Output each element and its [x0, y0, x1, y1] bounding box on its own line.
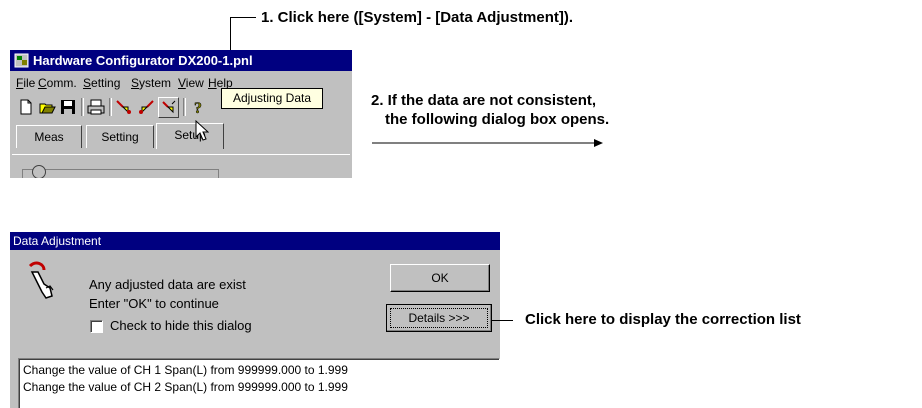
step1-leader-line — [230, 17, 256, 18]
svg-text:?: ? — [194, 100, 202, 117]
app-window: Hardware Configurator DX200-1.pnl File C… — [10, 50, 352, 178]
adjusting-data-tooltip: Adjusting Data — [221, 88, 323, 109]
receive-data-icon[interactable] — [136, 97, 156, 117]
ok-button[interactable]: OK — [390, 264, 490, 292]
step2-arrow — [372, 139, 603, 147]
open-folder-icon[interactable] — [37, 97, 57, 117]
app-titlebar: Hardware Configurator DX200-1.pnl — [10, 50, 352, 71]
step2-annotation-line1: 2. If the data are not consistent, — [371, 92, 597, 109]
group-box — [22, 169, 219, 178]
details-leader-line — [491, 320, 513, 321]
hide-dialog-checkbox-label: Check to hide this dialog — [110, 318, 252, 333]
dialog-title: Data Adjustment — [13, 234, 102, 248]
menu-file[interactable]: File — [16, 73, 35, 93]
tab-strip: Meas Setting Setup — [10, 123, 352, 149]
correction-list[interactable]: Change the value of CH 1 Span(L) from 99… — [18, 358, 500, 408]
menu-view[interactable]: View — [178, 73, 204, 93]
tab-setting[interactable]: Setting — [86, 125, 154, 148]
radio-button[interactable] — [32, 165, 46, 178]
app-icon — [14, 53, 29, 68]
new-file-icon[interactable] — [16, 97, 36, 117]
menu-setting[interactable]: Setting — [83, 73, 120, 93]
details-annotation: Click here to display the correction lis… — [525, 311, 801, 328]
data-adjustment-dialog: Data Adjustment Any adjusted data are ex… — [10, 232, 500, 408]
list-item[interactable]: Change the value of CH 1 Span(L) from 99… — [23, 363, 348, 377]
app-title: Hardware Configurator DX200-1.pnl — [33, 53, 253, 68]
tab-setup[interactable]: Setup — [156, 123, 224, 149]
menu-system[interactable]: System — [131, 73, 171, 93]
mouse-pointer-icon — [195, 120, 209, 141]
menu-comm[interactable]: Comm. — [38, 73, 77, 93]
list-item[interactable]: Change the value of CH 2 Span(L) from 99… — [23, 380, 348, 394]
help-icon[interactable]: ? — [188, 97, 208, 118]
dialog-titlebar: Data Adjustment — [10, 232, 500, 250]
tab-meas[interactable]: Meas — [16, 125, 82, 148]
details-button[interactable]: Details >>> — [386, 304, 492, 332]
dialog-message-line1: Any adjusted data are exist — [89, 277, 246, 292]
step1-annotation: 1. Click here ([System] - [Data Adjustme… — [261, 9, 574, 26]
toolbar-separator — [183, 98, 186, 116]
hide-dialog-checkbox[interactable] — [90, 320, 103, 333]
details-button-label: Details >>> — [390, 308, 488, 328]
dialog-message-line2: Enter "OK" to continue — [89, 296, 219, 311]
toolbar-separator — [81, 98, 84, 116]
adjust-data-icon[interactable] — [158, 97, 179, 118]
pointing-hand-icon — [28, 261, 54, 299]
toolbar-separator — [109, 98, 112, 116]
tab-panel — [12, 154, 350, 178]
send-data-icon[interactable] — [114, 97, 134, 117]
print-icon[interactable] — [86, 97, 106, 117]
step2-annotation-line2: the following dialog box opens. — [385, 111, 610, 128]
save-icon[interactable] — [58, 97, 78, 117]
